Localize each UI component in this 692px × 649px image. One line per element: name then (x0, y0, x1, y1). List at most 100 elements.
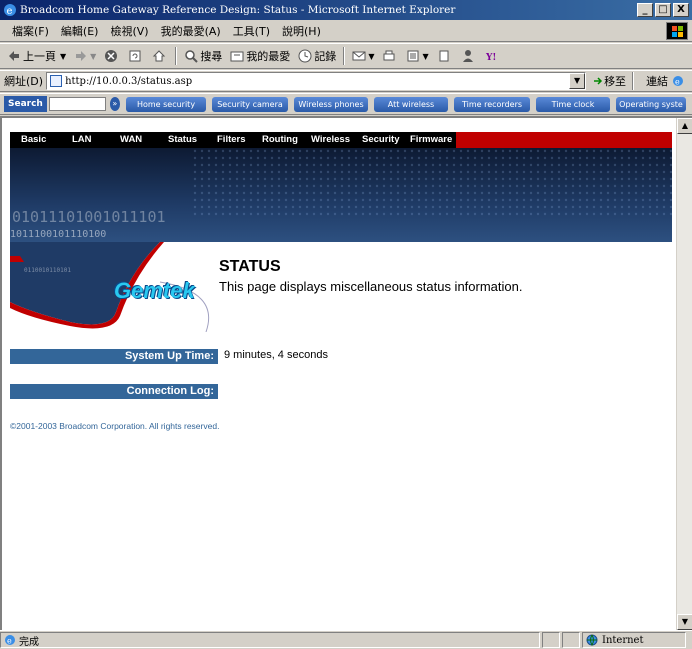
discuss-icon (439, 50, 449, 62)
chevron-down-icon: ▼ (368, 51, 375, 61)
menu-edit[interactable]: 編輯(E) (55, 23, 105, 39)
toolbar-separator (343, 47, 346, 65)
history-icon (298, 49, 312, 63)
go-label: 移至 (604, 75, 627, 88)
toolbar-separator (175, 47, 178, 65)
status-cell (542, 632, 560, 648)
header-banner: 01011101001011101 1011100101110100 (10, 148, 672, 242)
menu-view[interactable]: 檢視(V) (104, 23, 154, 39)
content-viewport: Basic LAN WAN Status Filters Routing Wir… (0, 116, 692, 630)
nav-link-wireless[interactable]: Wireless (311, 134, 350, 145)
search-button-att-wireless[interactable]: Att wireless (374, 96, 448, 112)
links-button[interactable]: 連結 (646, 73, 668, 89)
page-icon (50, 75, 63, 87)
status-text-cell: e 完成 (0, 632, 540, 648)
history-label: 記錄 (314, 50, 337, 63)
search-toolbar-input[interactable] (48, 97, 106, 111)
menu-help[interactable]: 說明(H) (276, 23, 327, 39)
search-button-time-clock[interactable]: Time clock (536, 96, 610, 112)
favorites-button[interactable]: 我的最愛 (227, 45, 293, 67)
address-input[interactable]: http://10.0.0.3/status.asp ▼ (46, 72, 587, 90)
discuss-button[interactable] (434, 45, 456, 67)
system-uptime-label: System Up Time: (10, 349, 218, 364)
refresh-icon (129, 50, 141, 62)
nav-link-basic[interactable]: Basic (21, 134, 46, 145)
page-title: STATUS (219, 258, 281, 275)
search-button-time-recorders[interactable]: Time recorders (454, 96, 530, 112)
system-uptime-value: 9 minutes, 4 seconds (224, 349, 328, 361)
menu-favorites[interactable]: 我的最愛(A) (155, 23, 227, 39)
svg-text:0110010110101: 0110010110101 (24, 267, 71, 274)
standard-toolbar: 上一頁 ▼ ▼ 搜尋 我的最愛 記錄 ▼ ▼ Y! (0, 43, 692, 69)
mail-icon (352, 51, 366, 61)
menu-tools[interactable]: 工具(T) (227, 23, 276, 39)
svg-text:e: e (7, 6, 13, 17)
address-url: http://10.0.0.3/status.asp (65, 75, 193, 87)
messenger-button[interactable] (458, 45, 480, 67)
search-button-security-camera[interactable]: Security camera (212, 96, 288, 112)
search-toolbar: Search » Home security Security camera W… (0, 93, 692, 115)
windows-logo-icon (666, 22, 688, 40)
nav-link-status[interactable]: Status (168, 134, 197, 145)
toolbar-separator (632, 72, 635, 90)
history-button[interactable]: 記錄 (295, 45, 339, 67)
search-toolbar-label: Search (4, 96, 47, 112)
messenger-icon (462, 50, 473, 62)
page-description: This page displays miscellaneous status … (219, 279, 523, 294)
nav-link-security[interactable]: Security (362, 134, 400, 145)
scroll-up-button[interactable]: ▲ (677, 118, 692, 134)
nav-link-routing[interactable]: Routing (262, 134, 298, 145)
mail-button[interactable]: ▼ (349, 45, 377, 67)
go-button[interactable]: 移至 (592, 73, 626, 89)
nav-link-firmware[interactable]: Firmware (410, 134, 452, 145)
refresh-button[interactable] (125, 45, 147, 67)
minimize-button[interactable]: _ (637, 3, 653, 17)
page-done-icon: e (5, 635, 15, 646)
banner-dots-pattern (190, 148, 672, 218)
address-label: 網址(D) (4, 75, 44, 88)
nav-link-wan[interactable]: WAN (120, 134, 142, 145)
router-nav-bar: Basic LAN WAN Status Filters Routing Wir… (10, 132, 672, 148)
print-button[interactable] (379, 45, 401, 67)
close-button[interactable]: X (673, 3, 689, 17)
scroll-down-button[interactable]: ▼ (677, 614, 692, 630)
security-zone-cell: Internet (582, 632, 686, 648)
print-icon (383, 50, 395, 61)
menu-bar: 檔案(F) 編輯(E) 檢視(V) 我的最愛(A) 工具(T) 說明(H) (0, 20, 692, 42)
svg-text:e: e (7, 637, 12, 646)
yahoo-icon: Y! (485, 53, 496, 63)
forward-button[interactable]: ▼ (71, 45, 99, 67)
edit-button[interactable]: ▼ (403, 45, 431, 67)
search-go-button[interactable]: » (109, 97, 120, 111)
search-label: 搜尋 (200, 50, 223, 63)
back-arrow-icon (9, 51, 19, 61)
stop-button[interactable] (101, 45, 123, 67)
home-button[interactable] (149, 45, 171, 67)
gemtek-logo: Gemtek (114, 278, 195, 303)
security-zone-label: Internet (602, 634, 644, 646)
yahoo-button[interactable]: Y! (482, 45, 504, 67)
window-title: Broadcom Home Gateway Reference Design: … (20, 4, 456, 16)
back-label: 上一頁 (23, 50, 56, 63)
title-bar: e Broadcom Home Gateway Reference Design… (0, 0, 692, 20)
address-dropdown-button[interactable]: ▼ (569, 73, 586, 89)
maximize-button[interactable]: □ (655, 3, 671, 17)
search-button-operating-system[interactable]: Operating syste (616, 96, 686, 112)
vertical-scrollbar[interactable]: ▲ ▼ (676, 118, 692, 630)
search-button-home-security[interactable]: Home security (126, 96, 206, 112)
svg-text:Y!: Y! (485, 53, 496, 63)
binary-decoration: 01011101001011101 (12, 208, 166, 226)
forward-arrow-icon (76, 51, 87, 61)
home-icon (153, 50, 166, 62)
edit-icon (407, 50, 419, 62)
search-button[interactable]: 搜尋 (181, 45, 225, 67)
ie-small-icon: e (673, 76, 684, 87)
search-icon (185, 50, 199, 63)
menu-file[interactable]: 檔案(F) (6, 23, 55, 39)
nav-link-filters[interactable]: Filters (217, 134, 246, 145)
back-button[interactable]: 上一頁 ▼ (4, 45, 69, 67)
connection-log-label: Connection Log: (10, 384, 218, 399)
nav-link-lan[interactable]: LAN (72, 134, 92, 145)
stop-icon (105, 50, 118, 62)
search-button-wireless-phones[interactable]: Wireless phones (294, 96, 368, 112)
